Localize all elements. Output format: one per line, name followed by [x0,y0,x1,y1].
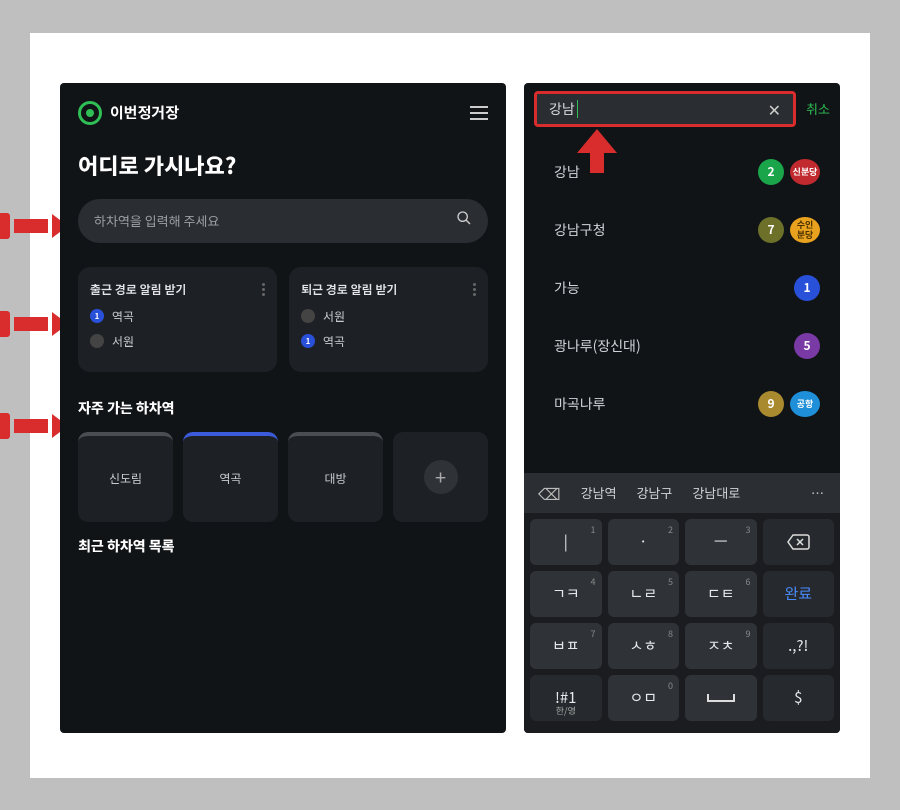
station-row: 서원 [90,333,265,350]
keyboard-key[interactable]: ㅅㅎ [608,623,680,669]
favorites-title: 자주 가는 하차역 [78,398,488,418]
keyboard-key[interactable]: .,?! [763,623,835,669]
keyboard-key[interactable]: ㅇㅁ [608,675,680,721]
menu-icon[interactable] [470,106,488,120]
search-result[interactable]: 마곡나루 9공항 [554,375,820,433]
line-badge [301,309,315,323]
search-input[interactable]: 하차역을 입력해 주세요 [78,199,488,243]
suggest-more-icon[interactable]: ⋯ [811,483,826,502]
keyboard-key[interactable]: !#1한/영 [530,675,602,721]
annotation-arrow [572,129,622,179]
station-row: 1 역곡 [301,333,476,350]
keyboard: |·ㅡㄱㅋㄴㄹㄷㅌ완료 ㅂㅍㅅㅎㅈㅊ.,?! !#1한/영ㅇㅁ $ [524,513,840,733]
keyboard-key[interactable] [685,675,757,721]
line-badge: 1 [301,334,315,348]
line-number-badge: 7 [758,217,784,243]
favorite-station[interactable]: 대방 [288,432,383,522]
keyboard-key[interactable]: · [608,519,680,565]
home-screen: 이번정거장 어디로 가시나요? 하차역을 입력해 주세요 출근 경로 알림 받기… [60,83,506,733]
keyboard-key[interactable]: ㅈㅊ [685,623,757,669]
plus-icon: + [424,460,458,494]
keyboard-key[interactable]: ㄷㅌ [685,571,757,617]
keyboard-key[interactable]: ㅂㅍ [530,623,602,669]
line-number-badge: 1 [794,275,820,301]
station-name: 역곡 [323,333,345,350]
suggestion-2[interactable]: 강남구 [637,483,673,502]
page-title: 어디로 가시나요? [78,149,488,181]
keyboard-key[interactable]: | [530,519,602,565]
card-title: 퇴근 경로 알림 받기 [301,281,397,298]
card-title: 출근 경로 알림 받기 [90,281,186,298]
callout-2: 2 [0,311,10,337]
search-screen: 강남 ✕ 취소 강남 2신분당강남구청 7수인 분당가능 1 광나루(장신대) 5 마곡나루… [524,83,840,733]
station-name: 역곡 [112,308,134,325]
card-menu-icon[interactable] [262,283,265,296]
suggestion-3[interactable]: 강남대로 [692,483,740,502]
line-badge [90,334,104,348]
line-badge: 1 [90,309,104,323]
keyboard-key[interactable]: ㄱㅋ [530,571,602,617]
cancel-button[interactable]: 취소 [806,99,830,118]
line-number-badge: 5 [794,333,820,359]
station-name: 서원 [323,308,345,325]
favorite-station[interactable]: 역곡 [183,432,278,522]
keyboard-key[interactable]: $ [763,675,835,721]
line-name-badge: 신분당 [790,159,820,185]
callout-3: 3 [0,413,10,439]
keyboard-key[interactable]: ㄴㄹ [608,571,680,617]
commute-card[interactable]: 퇴근 경로 알림 받기서원 1 역곡 [289,267,488,372]
search-field[interactable]: 강남 ✕ [534,91,796,127]
suggestion-bar: ⌫ 강남역 강남구 강남대로 ⋯ [524,473,840,513]
card-menu-icon[interactable] [473,283,476,296]
commute-card[interactable]: 출근 경로 알림 받기 1 역곡서원 [78,267,277,372]
app-name: 이번정거장 [110,102,179,123]
search-placeholder: 하차역을 입력해 주세요 [94,211,219,230]
suggest-back-icon[interactable]: ⌫ [538,481,561,505]
logo-icon [78,101,102,125]
keyboard-key[interactable]: 완료 [763,571,835,617]
keyboard-key[interactable] [763,519,835,565]
search-value: 강남 [549,99,575,119]
station-row: 1 역곡 [90,308,265,325]
line-number-badge: 2 [758,159,784,185]
line-number-badge: 9 [758,391,784,417]
add-favorite-button[interactable]: + [393,432,488,522]
result-name: 강남구청 [554,220,606,240]
favorite-station[interactable]: 신도림 [78,432,173,522]
station-row: 서원 [301,308,476,325]
search-result[interactable]: 가능 1 [554,259,820,317]
result-name: 가능 [554,278,580,298]
result-name: 마곡나루 [554,394,606,414]
clear-icon[interactable]: ✕ [768,97,781,121]
line-name-badge: 공항 [790,391,820,417]
app-logo: 이번정거장 [78,101,179,125]
keyboard-key[interactable]: ㅡ [685,519,757,565]
station-name: 서원 [112,333,134,350]
search-result[interactable]: 광나루(장신대) 5 [554,317,820,375]
callout-1: 1 [0,213,10,239]
suggestion-1[interactable]: 강남역 [581,483,617,502]
search-icon [456,210,472,231]
search-result[interactable]: 강남구청 7수인 분당 [554,201,820,259]
line-name-badge: 수인 분당 [790,217,820,243]
result-name: 광나루(장신대) [554,336,641,356]
recent-title: 최근 하차역 목록 [78,536,488,556]
